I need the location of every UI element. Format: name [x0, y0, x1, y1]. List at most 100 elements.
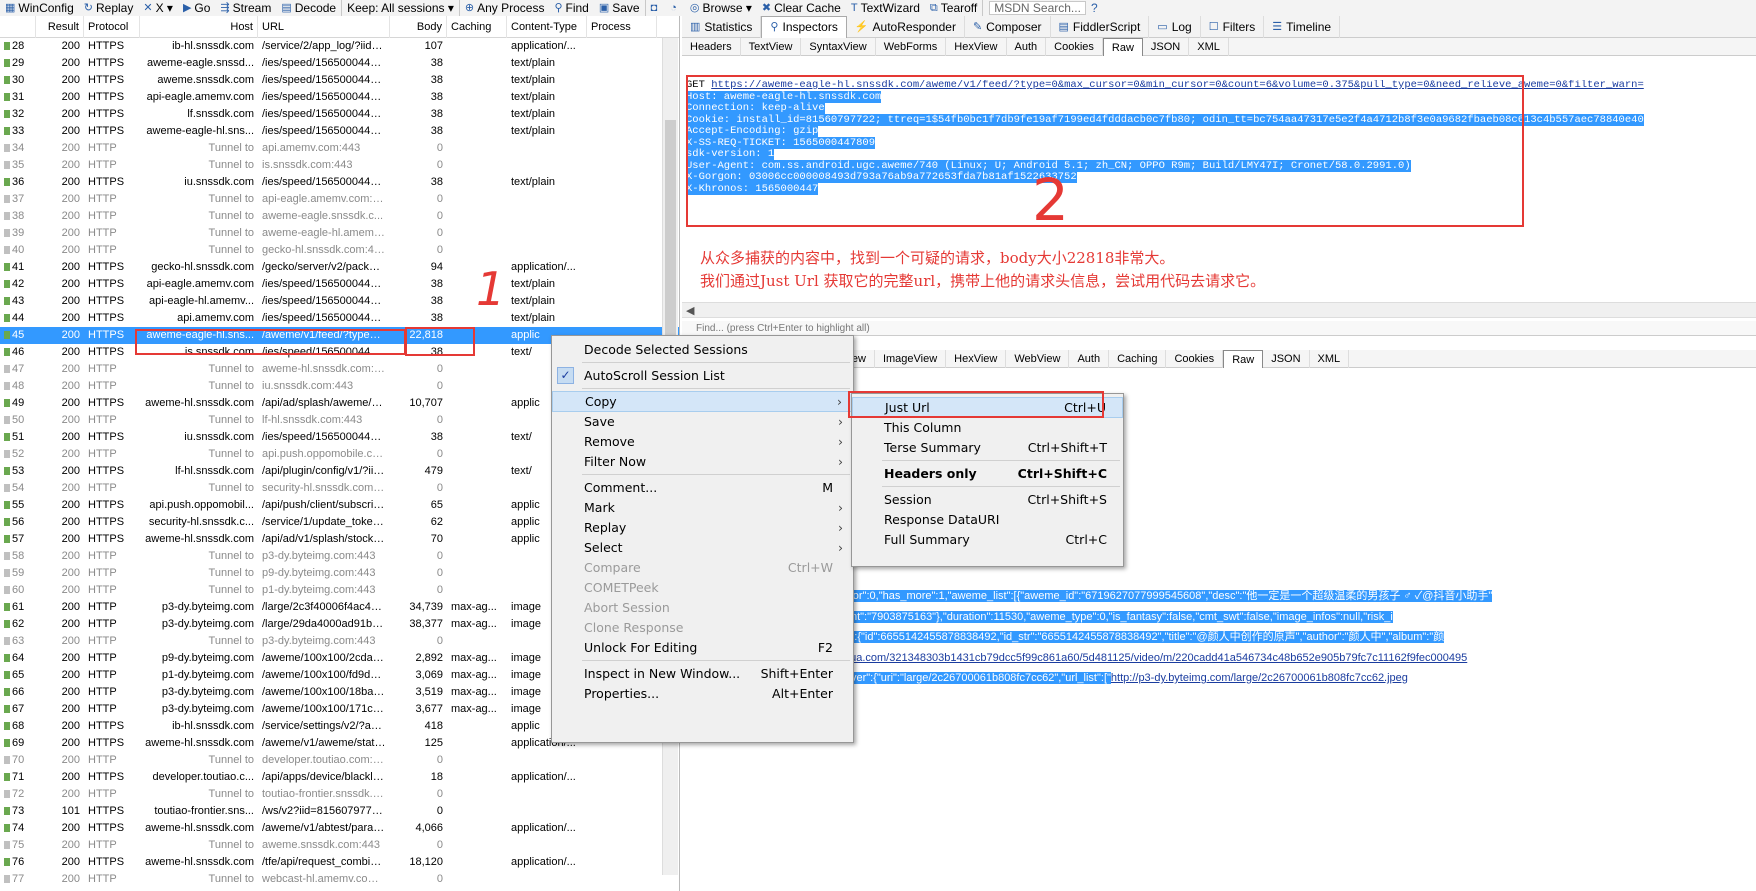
- session-row[interactable]: 34 200 HTTP Tunnel to api.amemv.com:443 0: [0, 140, 679, 157]
- session-row[interactable]: 41 200 HTTPS gecko-hl.snssdk.com/gecko/serv…: [0, 259, 679, 276]
- session-row[interactable]: 71 200 HTTPS developer.toutiao.c... /api/app…: [0, 769, 679, 786]
- response-link[interactable]: http://p3-dy.byteimg.com/large/2c2670006…: [1111, 672, 1408, 684]
- menu-item-properties[interactable]: Properties... Alt+Enter: [552, 683, 853, 704]
- menu-item-comment[interactable]: Comment... M: [552, 477, 853, 498]
- response-tab-caching[interactable]: Caching: [1109, 349, 1167, 368]
- column-header-id[interactable]: [0, 16, 36, 38]
- request-tab-raw[interactable]: Raw: [1102, 37, 1143, 56]
- menu-item-save[interactable]: Save ›: [552, 411, 853, 432]
- tab-log[interactable]: ▭ Log: [1149, 16, 1201, 38]
- menu-item-mark[interactable]: Mark ›: [552, 497, 853, 518]
- menu-item-unlock-for-editing[interactable]: Unlock For Editing F2: [552, 637, 853, 658]
- menu-item-copy[interactable]: Copy ›: [552, 391, 853, 412]
- request-tab-json[interactable]: JSON: [1143, 37, 1190, 56]
- submenu-item-response-datauri[interactable]: Response DataURI: [852, 509, 1123, 530]
- toolbar-timer-icon-button[interactable]: ◔: [665, 0, 685, 16]
- tab-timeline[interactable]: ☰ Timeline: [1264, 16, 1341, 38]
- toolbar-replay-button[interactable]: ↻ Replay: [79, 0, 139, 16]
- tab-statistics[interactable]: ▥ Statistics: [682, 16, 762, 38]
- session-row[interactable]: 72 200 HTTP Tunnel to toutiao-frontier.snssd…: [0, 786, 679, 803]
- menu-item-inspect-in-new-window[interactable]: Inspect in New Window... Shift+Enter: [552, 663, 853, 684]
- response-tab-webview[interactable]: WebView: [1006, 349, 1070, 368]
- toolbar-stream-button[interactable]: ⇶ Stream: [215, 0, 276, 16]
- tab-composer[interactable]: ✎ Composer: [965, 16, 1051, 38]
- toolbar-clear-cache-button[interactable]: ✖ Clear Cache: [757, 0, 846, 16]
- session-row[interactable]: 28 200 HTTPS ib-hl.snssdk.com/service/2/app…: [0, 38, 679, 55]
- request-tab-textview[interactable]: TextView: [741, 37, 802, 56]
- tab-autoresponder[interactable]: ⚡ AutoResponder: [847, 16, 965, 38]
- session-row[interactable]: 76 200 HTTPS aweme-hl.snssdk.com/tfe/api/re…: [0, 854, 679, 871]
- help-icon[interactable]: ?: [1086, 0, 1103, 16]
- session-row[interactable]: 36 200 HTTPS iu.snssdk.com/ies/speed/156500…: [0, 174, 679, 191]
- request-tab-hexview[interactable]: HexView: [946, 37, 1007, 56]
- msdn-search-input[interactable]: MSDN Search...: [989, 1, 1086, 15]
- session-row[interactable]: 77 200 HTTP Tunnel to webcast-hl.amemv.com:4…: [0, 871, 679, 888]
- session-row[interactable]: 42 200 HTTPS api-eagle.amemv.com/ies/speed/…: [0, 276, 679, 293]
- menu-item-remove[interactable]: Remove ›: [552, 431, 853, 452]
- session-row[interactable]: 74 200 HTTPS aweme-hl.snssdk.com/aweme/v1/a…: [0, 820, 679, 837]
- menu-item-replay[interactable]: Replay ›: [552, 517, 853, 538]
- toolbar-any-process-button[interactable]: ⊕ Any Process: [460, 0, 550, 16]
- session-row[interactable]: 31 200 HTTPS api-eagle.amemv.com/ies/speed/…: [0, 89, 679, 106]
- toolbar-camera-icon-button[interactable]: ◘: [646, 0, 666, 16]
- response-tab-imageview[interactable]: ImageView: [875, 349, 947, 368]
- column-header-host[interactable]: Host: [140, 16, 258, 38]
- toolbar-x-button[interactable]: ✕ X ▾: [138, 0, 178, 16]
- column-header-content-type[interactable]: Content-Type: [507, 16, 587, 38]
- response-tab-hexview[interactable]: HexView: [946, 349, 1007, 368]
- toolbar-go-button[interactable]: ▶ Go: [178, 0, 215, 16]
- menu-item-autoscroll-session-list[interactable]: ✓ AutoScroll Session List: [552, 365, 853, 386]
- column-header-process[interactable]: Process: [587, 16, 657, 38]
- menu-item-select[interactable]: Select ›: [552, 537, 853, 558]
- toolbar-save-button[interactable]: ▣ Save: [594, 0, 646, 16]
- session-row[interactable]: 30 200 HTTPS aweme.snssdk.com/ies/speed/156…: [0, 72, 679, 89]
- session-row[interactable]: 29 200 HTTPS aweme-eagle.snssd... /ies/speed…: [0, 55, 679, 72]
- request-horizontal-scrollbar[interactable]: ◀: [682, 302, 1756, 318]
- toolbar-keep-all-sessions-button[interactable]: Keep: All sessions ▾: [342, 0, 460, 16]
- session-row[interactable]: 37 200 HTTP Tunnel to api-eagle.amemv.com:44…: [0, 191, 679, 208]
- submenu-item-terse-summary[interactable]: Terse Summary Ctrl+Shift+T: [852, 437, 1123, 458]
- response-tab-raw[interactable]: Raw: [1223, 349, 1264, 368]
- session-row[interactable]: 70 200 HTTP Tunnel to developer.toutiao.com:…: [0, 752, 679, 769]
- toolbar-decode-button[interactable]: ▤ Decode: [276, 0, 343, 16]
- tab-inspectors[interactable]: ⚲ Inspectors: [761, 16, 847, 38]
- column-header-protocol[interactable]: Protocol: [84, 16, 140, 38]
- session-row[interactable]: 33 200 HTTPS aweme-eagle-hl.sns... /ies/spee…: [0, 123, 679, 140]
- response-tab-json[interactable]: JSON: [1263, 349, 1310, 368]
- response-tab-cookies[interactable]: Cookies: [1166, 349, 1224, 368]
- submenu-item-this-column[interactable]: This Column: [852, 417, 1123, 438]
- submenu-item-session[interactable]: Session Ctrl+Shift+S: [852, 489, 1123, 510]
- session-row[interactable]: 44 200 HTTPS api.amemv.com/ies/speed/156500…: [0, 310, 679, 327]
- submenu-item-headers-only[interactable]: Headers only Ctrl+Shift+C: [852, 463, 1123, 484]
- request-tab-auth[interactable]: Auth: [1007, 37, 1047, 56]
- menu-item-decode-selected-sessions[interactable]: Decode Selected Sessions: [552, 339, 853, 360]
- toolbar-find-button[interactable]: ⚲ Find: [549, 0, 593, 16]
- request-tab-xml[interactable]: XML: [1189, 37, 1229, 56]
- request-tab-cookies[interactable]: Cookies: [1046, 37, 1103, 56]
- sessions-scrollbar-thumb[interactable]: [665, 120, 676, 340]
- session-row[interactable]: 32 200 HTTPS lf.snssdk.com/ies/speed/156500…: [0, 106, 679, 123]
- tab-fiddlerscript[interactable]: ▤ FiddlerScript: [1051, 16, 1150, 38]
- column-header-result[interactable]: Result: [36, 16, 84, 38]
- response-tab-auth[interactable]: Auth: [1069, 349, 1110, 368]
- find-bar[interactable]: Find... (press Ctrl+Enter to highlight a…: [682, 321, 1756, 336]
- session-row[interactable]: 43 200 HTTPS api-eagle-hl.amemv... /ies/spee…: [0, 293, 679, 310]
- column-header-caching[interactable]: Caching: [447, 16, 507, 38]
- toolbar-winconfig-button[interactable]: ▦ WinConfig: [0, 0, 79, 16]
- menu-item-filter-now[interactable]: Filter Now ›: [552, 451, 853, 472]
- response-tab-xml[interactable]: XML: [1310, 349, 1350, 368]
- toolbar-browse-button[interactable]: ◎ Browse ▾: [685, 0, 757, 16]
- session-row[interactable]: 73 101 HTTPS toutiao-frontier.sns... /ws/v2?…: [0, 803, 679, 820]
- session-row[interactable]: 38 200 HTTP Tunnel to aweme-eagle.snssdk.c..…: [0, 208, 679, 225]
- session-row[interactable]: 40 200 HTTP Tunnel to gecko-hl.snssdk.com:44…: [0, 242, 679, 259]
- response-link[interactable]: http://v9-dy-z.ixigua.com/321348303b1431…: [767, 652, 1467, 664]
- column-header-url[interactable]: URL: [258, 16, 390, 38]
- session-row[interactable]: 39 200 HTTP Tunnel to aweme-eagle-hl.amemv.c…: [0, 225, 679, 242]
- toolbar-textwizard-button[interactable]: T TextWizard: [846, 0, 925, 16]
- request-tab-syntaxview[interactable]: SyntaxView: [801, 37, 876, 56]
- scroll-left-icon[interactable]: ◀: [686, 304, 694, 317]
- column-header-body[interactable]: Body: [390, 16, 447, 38]
- session-row[interactable]: 75 200 HTTP Tunnel to aweme.snssdk.com:443 0: [0, 837, 679, 854]
- tab-filters[interactable]: ☐ Filters: [1201, 16, 1265, 38]
- request-tab-webforms[interactable]: WebForms: [876, 37, 947, 56]
